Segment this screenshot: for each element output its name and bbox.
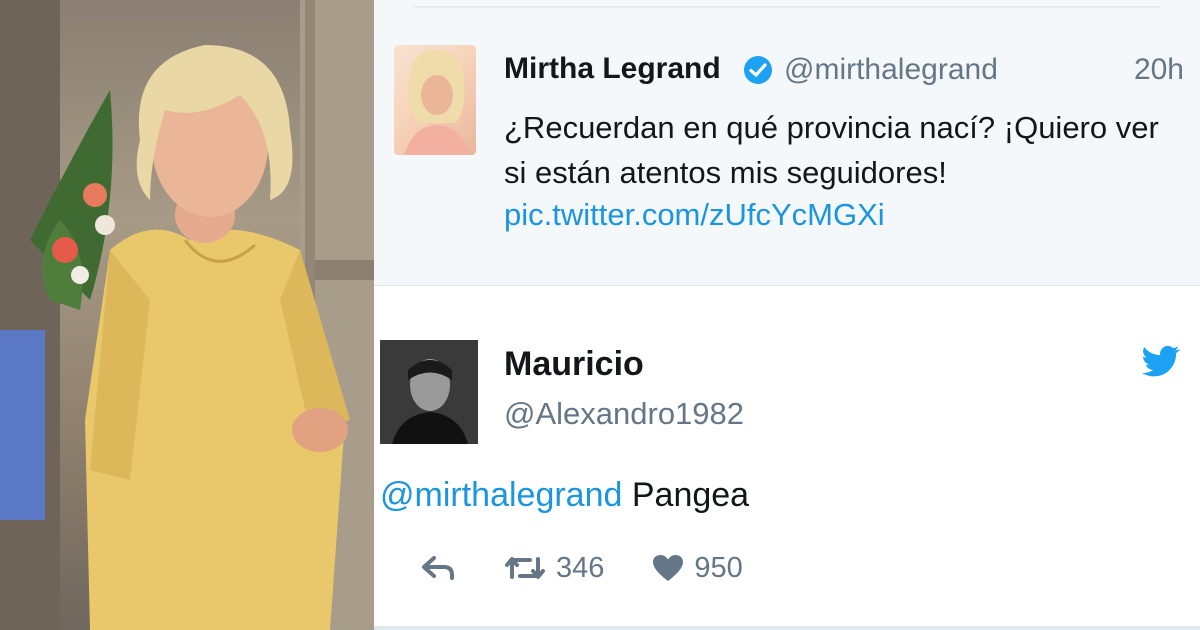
- quoted-tweet[interactable]: Mirtha Legrand @mirthalegrand 20h ¿Recue…: [374, 0, 1200, 286]
- reply-author-handle[interactable]: @Alexandro1982: [504, 396, 744, 432]
- divider: [374, 626, 1200, 630]
- verified-badge-icon: [744, 56, 772, 84]
- avatar-image: [380, 340, 478, 444]
- twitter-bird-icon[interactable]: [1140, 342, 1182, 380]
- photo-woman-yellow-dress: [0, 0, 374, 630]
- reply-text: @mirthalegrand Pangea: [380, 476, 749, 515]
- heart-icon[interactable]: [652, 554, 684, 582]
- tweet-actions: 346 950: [420, 548, 743, 588]
- photo-illustration: [0, 0, 374, 630]
- pic-link[interactable]: pic.twitter.com/zUfcYcMGXi: [504, 197, 885, 233]
- avatar-image: [404, 50, 470, 155]
- mention-link[interactable]: @mirthalegrand: [380, 476, 622, 514]
- tweet-panel: Mirtha Legrand @mirthalegrand 20h ¿Recue…: [374, 0, 1200, 630]
- like-action[interactable]: 950: [652, 551, 743, 585]
- reply-body: Pangea: [631, 476, 750, 514]
- retweet-count: 346: [556, 551, 605, 584]
- divider: [414, 6, 1160, 8]
- reply-icon[interactable]: [420, 554, 456, 582]
- author-handle[interactable]: @mirthalegrand: [784, 53, 998, 87]
- reply-author-name[interactable]: Mauricio: [504, 345, 644, 384]
- retweet-action[interactable]: 346: [504, 552, 604, 585]
- like-count: 950: [694, 551, 743, 584]
- tweet-text: ¿Recuerdan en qué provincia nací? ¡Quier…: [504, 110, 1159, 190]
- reply-action[interactable]: [420, 554, 456, 582]
- retweet-icon[interactable]: [504, 553, 546, 583]
- tweet-timestamp[interactable]: 20h: [1134, 53, 1184, 87]
- avatar-mirtha[interactable]: [394, 45, 476, 155]
- author-name[interactable]: Mirtha Legrand: [504, 52, 721, 86]
- avatar-mauricio[interactable]: [380, 340, 478, 444]
